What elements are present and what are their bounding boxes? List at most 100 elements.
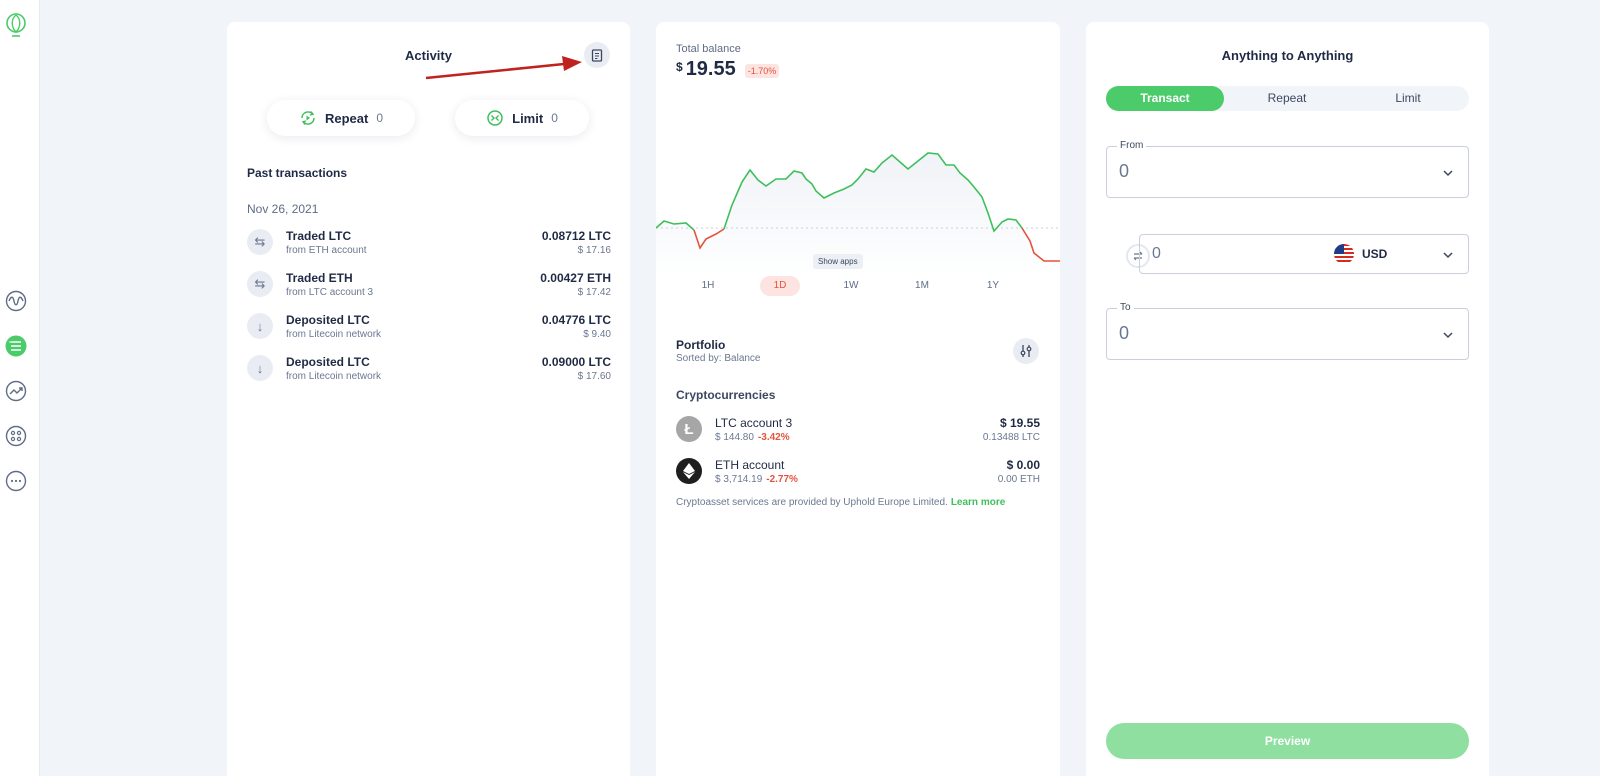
transaction-fiat: $ 17.16 [577,245,611,256]
transaction-row[interactable]: ⇆ Traded LTC from ETH account 0.08712 LT… [247,227,611,265]
currency-selector[interactable]: USD [1334,244,1387,264]
transaction-row[interactable]: ↓ Deposited LTC from Litecoin network 0.… [247,353,611,391]
range-1w[interactable]: 1W [831,276,871,296]
transaction-fiat: $ 9.40 [583,329,611,340]
asset-price: $ 3,714.19 -2.77% [715,474,798,485]
range-1m[interactable]: 1M [902,276,942,296]
transaction-subtitle: from Litecoin network [286,371,382,382]
asset-price-value: $ 3,714.19 [715,474,763,485]
limit-button[interactable]: Limit 0 [455,100,589,136]
transaction-amount: 0.09000 LTC [541,355,611,369]
portfolio-sort-button[interactable] [1013,338,1039,364]
learn-more-link[interactable]: Learn more [951,497,1005,508]
range-1y[interactable]: 1Y [973,276,1013,296]
arrow-down-icon: ↓ [247,355,273,381]
asset-name: ETH account [715,458,785,472]
ethereum-icon [676,458,702,484]
balance-value: 19.55 [685,58,736,80]
disclaimer-text: Cryptoasset services are provided by Uph… [676,497,948,508]
range-1h[interactable]: 1H [688,276,728,296]
balance-change-badge: -1.70% [744,64,780,78]
to-field[interactable]: To 0 [1106,302,1469,360]
apps-grid-icon[interactable] [5,425,27,447]
to-value: 0 [1119,323,1130,343]
us-flag-icon [1334,244,1354,264]
limit-icon [487,110,503,126]
chevron-down-icon[interactable] [1442,249,1454,261]
amount-value: 0 [1152,245,1161,262]
portfolio-sort-label: Sorted by: Balance [676,353,761,364]
transaction-amount: 0.00427 ETH [540,271,611,285]
tab-transact[interactable]: Transact [1106,86,1224,111]
repeat-count: 0 [376,111,384,125]
transaction-subtitle: from Litecoin network [286,329,382,340]
uphold-logo-icon[interactable] [4,12,28,40]
repeat-label: Repeat [324,110,369,126]
swap-arrows-icon: ⇆ [247,229,273,255]
sidebar [0,0,40,776]
transaction-row[interactable]: ⇆ Traded ETH from LTC account 3 0.00427 … [247,269,611,307]
anything-to-anything-panel: Anything to Anything Transact Repeat Lim… [1086,22,1489,776]
transaction-subtitle: from ETH account [286,245,367,256]
activity-wave-icon[interactable] [5,290,27,312]
total-balance-label: Total balance [676,43,741,55]
past-transactions-title: Past transactions [247,166,348,180]
chevron-down-icon[interactable] [1442,167,1454,179]
asset-value: $ 19.55 [999,416,1040,430]
tab-limit[interactable]: Limit [1349,86,1467,111]
repeat-button[interactable]: Repeat 0 [267,100,415,136]
preview-button[interactable]: Preview [1106,723,1469,759]
from-value: 0 [1119,161,1130,181]
trending-icon[interactable] [5,380,27,402]
asset-name: LTC account 3 [715,416,793,430]
asset-value: $ 0.00 [1006,458,1040,472]
cryptocurrencies-title: Cryptocurrencies [676,388,776,402]
transactions-date: Nov 26, 2021 [247,202,319,216]
balance-panel: Total balance $ 19.55 -1.70% Show apps 1… [656,22,1060,776]
document-icon [591,48,603,62]
transaction-fiat: $ 17.42 [577,287,611,298]
show-apps-tooltip: Show apps [813,254,863,269]
transaction-subtitle: from LTC account 3 [286,287,374,298]
amount-field[interactable]: 0 USD [1139,234,1469,274]
range-selector: 1H 1D 1W 1M 1Y [688,276,1038,296]
transaction-row[interactable]: ↓ Deposited LTC from Litecoin network 0.… [247,311,611,349]
sliders-icon [1020,345,1032,357]
repeat-icon [301,111,315,125]
total-balance: $ 19.55 -1.70% [676,58,780,81]
transaction-amount: 0.04776 LTC [541,313,611,327]
range-1d[interactable]: 1D [760,276,800,296]
balance-currency-symbol: $ [676,60,683,74]
currency-code: USD [1362,247,1388,261]
asset-price: $ 144.80 -3.42% [715,432,790,443]
statements-document-button[interactable] [584,42,610,68]
from-label: From [1117,140,1147,151]
asset-row[interactable]: Ł LTC account 3 $ 144.80 -3.42% $ 19.55 0… [676,414,1040,450]
transactions-list-icon[interactable] [5,335,27,357]
from-field[interactable]: From 0 [1106,140,1469,198]
limit-label: Limit [512,110,544,126]
annotation-arrow-icon [425,56,582,80]
asset-change: -3.42% [757,432,790,443]
litecoin-icon: Ł [676,416,702,442]
transaction-title: Traded LTC [286,229,352,243]
asset-quantity: 0.13488 LTC [982,432,1040,443]
transaction-title: Traded ETH [286,271,353,285]
asset-change: -2.77% [766,474,798,485]
transaction-title: Deposited LTC [286,355,370,369]
asset-row[interactable]: ETH account $ 3,714.19 -2.77% $ 0.00 0.00… [676,456,1040,492]
limit-count: 0 [551,111,558,125]
more-dots-icon[interactable] [5,470,27,492]
ata-title: Anything to Anything [1221,48,1354,63]
disclaimer: Cryptoasset services are provided by Uph… [676,497,1005,508]
asset-quantity: 0.00 ETH [997,474,1040,485]
balance-chart[interactable] [656,117,1060,277]
activity-panel: Activity Repeat 0 Limit 0 Past transacti… [227,22,630,776]
arrow-down-icon: ↓ [247,313,273,339]
transaction-title: Deposited LTC [286,313,370,327]
to-label: To [1117,302,1134,313]
chevron-down-icon[interactable] [1442,329,1454,341]
transaction-fiat: $ 17.60 [577,371,611,382]
tab-repeat[interactable]: Repeat [1228,86,1346,111]
asset-price-value: $ 144.80 [715,432,754,443]
